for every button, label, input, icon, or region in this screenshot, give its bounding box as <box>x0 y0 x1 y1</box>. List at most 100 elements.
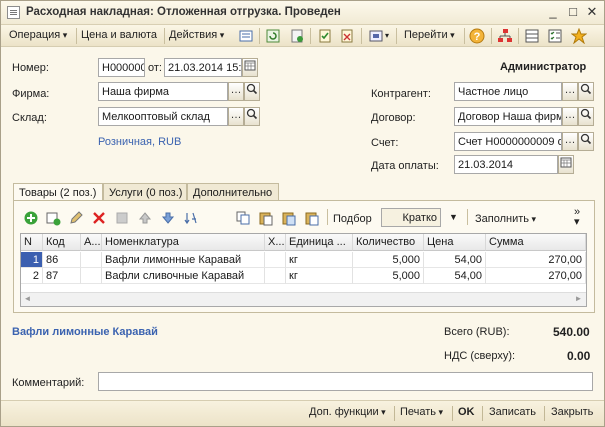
table-settings-icon[interactable] <box>524 28 540 44</box>
unpost-document-icon[interactable] <box>339 28 355 44</box>
ok-button[interactable]: OK <box>458 406 475 418</box>
help-icon[interactable]: ? <box>469 28 485 44</box>
firm-field[interactable]: Наша фирма <box>98 82 228 101</box>
date-field[interactable]: 21.03.2014 15: <box>164 58 242 77</box>
post-row-icon <box>116 212 128 224</box>
number-field[interactable]: Н000000 <box>98 58 145 77</box>
list-icon[interactable] <box>238 28 254 44</box>
mode-selector[interactable]: Кратко <box>381 208 441 227</box>
footer-bar: Доп. функции Печать OK Записать Закрыть <box>1 400 604 426</box>
invoice-select-button[interactable]: … <box>562 132 578 151</box>
goto-menu[interactable]: Перейти <box>404 29 455 41</box>
fill-menu[interactable]: Заполнить <box>475 213 536 225</box>
counterparty-field[interactable]: Частное лицо <box>454 82 562 101</box>
warehouse-open-button[interactable] <box>244 107 260 126</box>
col-header-unit[interactable]: Единица ... <box>286 234 353 251</box>
tab-services[interactable]: Услуги (0 поз.) <box>103 183 187 201</box>
contract-field[interactable]: Договор Наша фирм <box>454 107 562 126</box>
checklist-icon[interactable] <box>547 28 563 44</box>
firm-open-button[interactable] <box>244 82 260 101</box>
cell-nomenclature[interactable]: Вафли сливочные Каравай <box>102 268 265 284</box>
counterparty-label: Контрагент: <box>371 88 431 100</box>
scroll-left-icon[interactable]: ◄ <box>22 294 33 305</box>
warehouse-field[interactable]: Мелкооптовый склад <box>98 107 228 126</box>
cell-sum[interactable]: 270,00 <box>486 268 586 284</box>
copy-icon[interactable] <box>235 210 251 226</box>
print-menu[interactable]: Печать <box>400 406 443 418</box>
edit-row-icon[interactable] <box>68 210 84 226</box>
total-label: Всего (RUB): <box>444 326 510 338</box>
mode-dropdown-icon[interactable]: ▼ <box>449 212 458 222</box>
col-header-a[interactable]: А... <box>81 234 102 251</box>
close-button[interactable]: ✕ <box>585 5 599 19</box>
selected-item-name: Вафли лимонные Каравай <box>12 326 158 338</box>
selection-button[interactable]: Подбор <box>333 213 372 225</box>
post-document-icon[interactable] <box>317 28 333 44</box>
hierarchy-icon[interactable] <box>497 28 513 44</box>
minimize-button[interactable]: _ <box>546 5 560 19</box>
invoice-field[interactable]: Счет Н0000000009 о <box>454 132 562 151</box>
contract-open-button[interactable] <box>578 107 594 126</box>
operation-menu[interactable]: Операция <box>9 29 67 41</box>
paydate-calendar-button[interactable] <box>558 155 574 174</box>
date-from-label: от: <box>148 62 162 74</box>
cell-qty[interactable]: 5,000 <box>353 268 424 284</box>
maximize-button[interactable]: □ <box>566 5 580 19</box>
close-form-button[interactable]: Закрыть <box>551 406 593 418</box>
extra-functions-menu[interactable]: Доп. функции <box>309 406 386 418</box>
contract-label: Договор: <box>371 112 416 124</box>
price-currency-button[interactable]: Цена и валюта <box>81 29 157 41</box>
col-header-x[interactable]: Х... <box>265 234 286 251</box>
scroll-right-icon[interactable]: ► <box>573 294 584 305</box>
add-row-icon[interactable] <box>23 210 39 226</box>
col-header-sum[interactable]: Сумма <box>486 234 586 251</box>
structure-icon[interactable] <box>368 28 384 44</box>
cell-unit[interactable]: кг <box>286 268 353 284</box>
move-up-icon[interactable] <box>137 210 153 226</box>
invoice-open-button[interactable] <box>578 132 594 151</box>
paste-special-icon[interactable] <box>281 210 297 226</box>
col-header-qty[interactable]: Количество <box>353 234 424 251</box>
search-icon <box>246 83 258 95</box>
actions-menu[interactable]: Действия <box>169 29 224 41</box>
counterparty-select-button[interactable]: … <box>562 82 578 101</box>
firm-select-button[interactable]: … <box>228 82 244 101</box>
delete-row-icon[interactable] <box>91 210 107 226</box>
paydate-field[interactable]: 21.03.2014 <box>454 155 558 174</box>
cell-unit[interactable]: кг <box>286 252 353 268</box>
contract-select-button[interactable]: … <box>562 107 578 126</box>
cell-price[interactable]: 54,00 <box>424 252 486 268</box>
favorite-star-icon[interactable] <box>571 28 587 44</box>
col-header-price[interactable]: Цена <box>424 234 486 251</box>
copy-row-icon[interactable] <box>45 210 61 226</box>
price-type-link[interactable]: Розничная, RUB <box>98 136 181 148</box>
cell-code[interactable]: 87 <box>43 268 81 284</box>
paste-append-icon[interactable] <box>304 210 320 226</box>
cell-price[interactable]: 54,00 <box>424 268 486 284</box>
current-user: Администратор <box>500 61 587 73</box>
save-button[interactable]: Записать <box>489 406 536 418</box>
paste-icon[interactable] <box>258 210 274 226</box>
warehouse-select-button[interactable]: … <box>228 107 244 126</box>
cell-code[interactable]: 86 <box>43 252 81 268</box>
calendar-button[interactable] <box>242 58 258 77</box>
svg-text:?: ? <box>474 31 481 43</box>
move-down-icon[interactable] <box>160 210 176 226</box>
refresh-icon[interactable] <box>265 28 281 44</box>
col-header-n[interactable]: N <box>21 234 43 251</box>
sort-icon[interactable] <box>183 210 199 226</box>
cell-qty[interactable]: 5,000 <box>353 252 424 268</box>
col-header-code[interactable]: Код <box>43 234 81 251</box>
counterparty-open-button[interactable] <box>578 82 594 101</box>
comment-label: Комментарий: <box>12 377 85 389</box>
comment-field[interactable] <box>98 372 593 391</box>
goods-table[interactable]: N Код А... Номенклатура Х... Единица ...… <box>20 233 587 307</box>
more-icon[interactable]: » ▾ <box>574 207 580 228</box>
col-header-nomenclature[interactable]: Номенклатура <box>102 234 265 251</box>
cell-nomenclature[interactable]: Вафли лимонные Каравай <box>102 252 265 268</box>
warehouse-label: Склад: <box>12 112 47 124</box>
horizontal-scrollbar[interactable]: ◄ ► <box>21 292 586 306</box>
copy-doc-icon[interactable] <box>289 28 305 44</box>
tab-additional[interactable]: Дополнительно <box>187 183 279 201</box>
cell-sum[interactable]: 270,00 <box>486 252 586 268</box>
